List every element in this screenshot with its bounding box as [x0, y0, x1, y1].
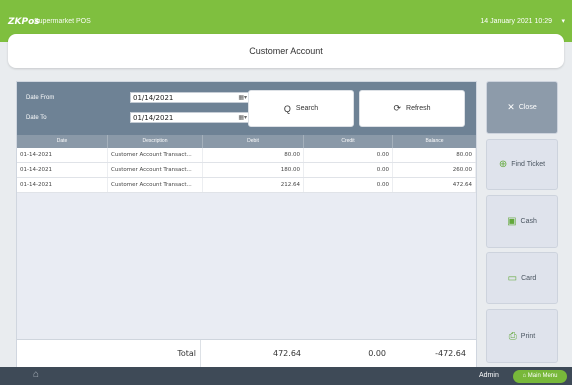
table-header: Date Description Debit Credit Balance	[17, 135, 476, 148]
totals-row: Total 472.64 0.00 -472.64	[17, 339, 476, 367]
find-ticket-label: Find Ticket	[511, 161, 546, 168]
close-button[interactable]: ✕ Close	[486, 81, 558, 134]
app-name: Supermarket POS	[34, 18, 91, 25]
search-button[interactable]: Q Search	[248, 90, 354, 127]
cell-balance: 260.00	[393, 163, 476, 177]
cell-debit: 80.00	[203, 148, 304, 162]
refresh-icon: ⟳	[393, 103, 402, 113]
refresh-label: Refresh	[406, 105, 431, 112]
cash-button[interactable]: ▣ Cash	[486, 195, 558, 248]
card-icon: ▭	[507, 272, 518, 284]
cell-date: 01-14-2021	[17, 148, 108, 162]
column-header-description[interactable]: Description	[108, 135, 203, 148]
user-name: Admin	[479, 372, 499, 379]
find-ticket-button[interactable]: ⊕ Find Ticket	[486, 139, 558, 190]
close-icon: ✕	[507, 102, 515, 112]
total-label: Total	[17, 340, 201, 367]
search-label: Search	[295, 105, 319, 112]
date-to-value: 01/14/2021	[133, 114, 174, 122]
cell-date: 01-14-2021	[17, 163, 108, 177]
cell-date: 01-14-2021	[17, 178, 108, 192]
cell-credit: 0.00	[304, 178, 393, 192]
filter-bar: Date From 01/14/2021 ▦▾ Date To 01/14/20…	[17, 82, 476, 135]
main-menu-button[interactable]: ⌂ Main Menu	[513, 370, 567, 383]
print-icon: ⎙	[508, 330, 517, 342]
table-row[interactable]: 01-14-2021 Customer Account Transact... …	[17, 163, 476, 178]
date-to-label: Date To	[26, 115, 47, 121]
cell-debit: 180.00	[203, 163, 304, 177]
account-panel: Date From 01/14/2021 ▦▾ Date To 01/14/20…	[16, 81, 477, 367]
date-to-field[interactable]: 01/14/2021 ▦▾	[130, 112, 251, 123]
date-from-field[interactable]: 01/14/2021 ▦▾	[130, 92, 251, 103]
cell-debit: 212.64	[203, 178, 304, 192]
home-icon: ⌂	[522, 373, 527, 379]
table-row[interactable]: 01-14-2021 Customer Account Transact... …	[17, 148, 476, 163]
print-button[interactable]: ⎙ Print	[486, 309, 558, 363]
cell-credit: 0.00	[304, 148, 393, 162]
cell-balance: 80.00	[393, 148, 476, 162]
print-label: Print	[520, 332, 536, 340]
table-empty-area	[17, 193, 476, 330]
date-from-label: Date From	[26, 95, 55, 101]
column-header-date[interactable]: Date	[17, 135, 108, 148]
total-credit: 0.00	[368, 349, 386, 358]
chevron-down-icon[interactable]: ▾	[561, 17, 565, 25]
close-label: Close	[518, 104, 537, 111]
cell-description: Customer Account Transact...	[108, 178, 203, 192]
refresh-button[interactable]: ⟳ Refresh	[359, 90, 465, 127]
cell-balance: 472.64	[393, 178, 476, 192]
main-menu-label: Main Menu	[527, 373, 558, 379]
column-header-debit[interactable]: Debit	[203, 135, 304, 148]
search-icon: Q	[283, 103, 291, 114]
date-from-value: 01/14/2021	[133, 94, 174, 102]
home-icon[interactable]: ⌂	[33, 369, 39, 380]
total-balance: -472.64	[435, 349, 466, 358]
cash-label: Cash	[520, 218, 537, 225]
cell-credit: 0.00	[304, 163, 393, 177]
column-header-credit[interactable]: Credit	[304, 135, 393, 148]
total-debit: 472.64	[273, 349, 301, 358]
bottom-bar: ⌂ Admin ⌂ Main Menu	[0, 367, 572, 385]
cash-icon: ▣	[507, 216, 517, 227]
card-button[interactable]: ▭ Card	[486, 252, 558, 304]
find-ticket-icon: ⊕	[498, 159, 508, 170]
column-header-balance[interactable]: Balance	[393, 135, 476, 148]
calendar-icon[interactable]: ▦▾	[238, 93, 247, 103]
cell-description: Customer Account Transact...	[108, 148, 203, 162]
datetime-display: 14 January 2021 10:29	[480, 18, 552, 25]
table-row[interactable]: 01-14-2021 Customer Account Transact... …	[17, 178, 476, 193]
calendar-icon[interactable]: ▦▾	[238, 113, 247, 123]
page-title: Customer Account	[8, 34, 564, 68]
cell-description: Customer Account Transact...	[108, 163, 203, 177]
card-label: Card	[521, 274, 537, 282]
